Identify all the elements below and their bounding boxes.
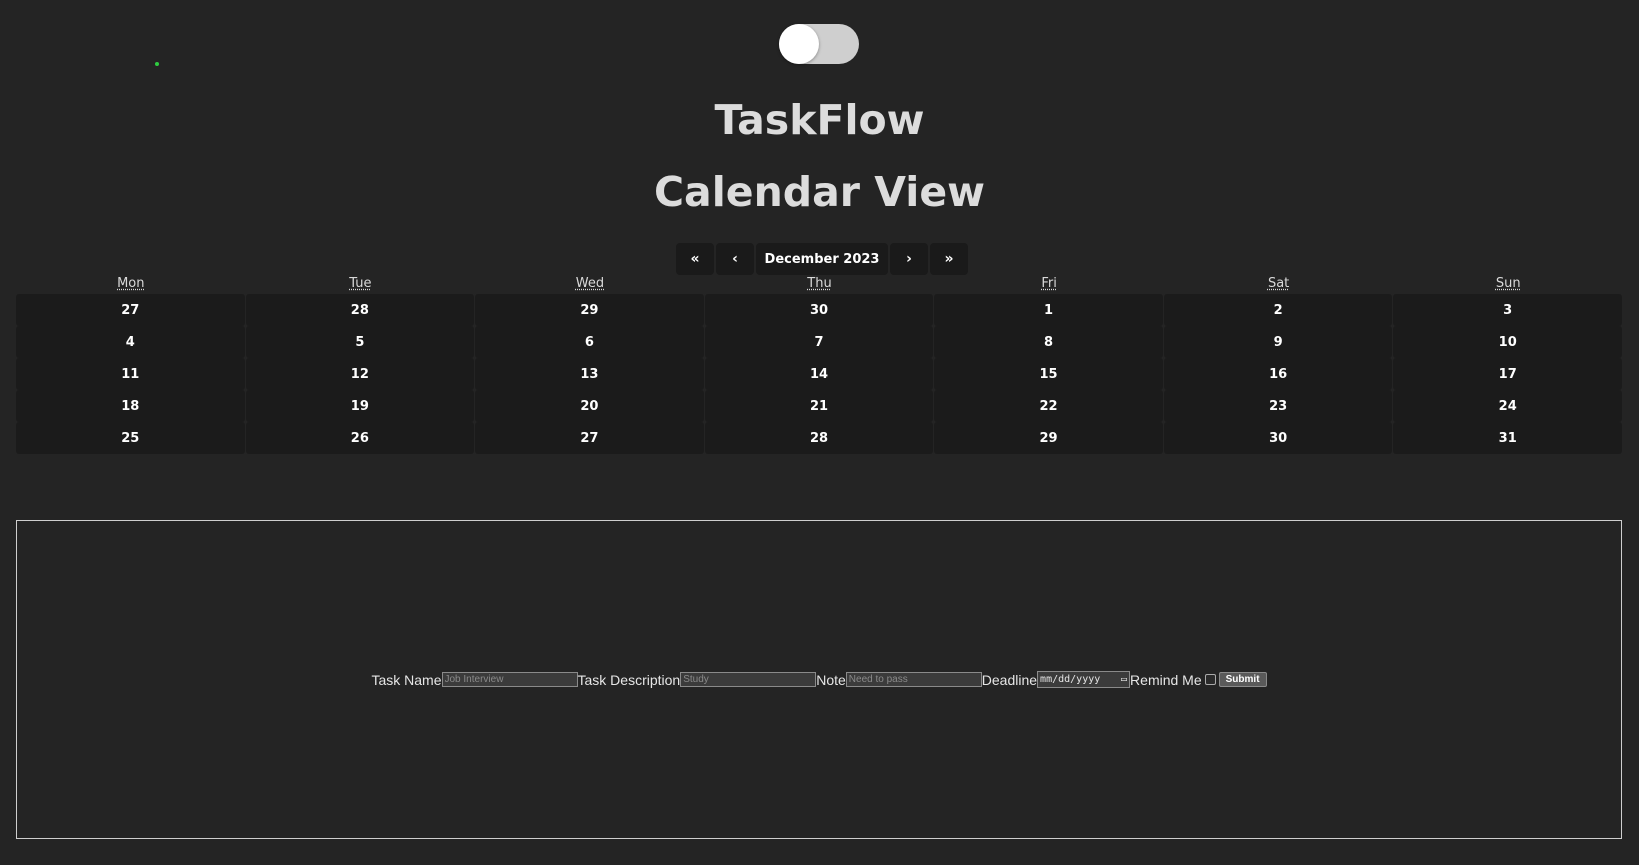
theme-toggle[interactable] [779, 24, 859, 64]
calendar-day-cell[interactable]: 20 [475, 390, 704, 422]
calendar-day-cell[interactable]: 13 [475, 358, 704, 390]
calendar-day-cell[interactable]: 6 [475, 326, 704, 358]
calendar-icon[interactable]: ▭ [1121, 674, 1127, 685]
calendar-grid: 27 28 29 30 1 2 3 4 5 6 7 8 9 10 11 12 13 14 15 16 17 18 19 20 2… [16, 294, 1623, 454]
page-title: Calendar View [653, 168, 986, 216]
status-dot [155, 62, 159, 66]
deadline-date-input[interactable]: mm/dd/yyyy ▭ [1037, 671, 1131, 688]
calendar-day-cell[interactable]: 31 [1393, 422, 1622, 454]
calendar-day-cell[interactable]: 3 [1393, 294, 1622, 326]
task-description-label: Task Description [577, 671, 681, 688]
calendar-day-cell[interactable]: 26 [245, 422, 475, 454]
current-month-label[interactable]: December 2023 [756, 243, 888, 275]
calendar-day-cell[interactable]: 24 [1393, 390, 1622, 422]
calendar-day-cell[interactable]: 16 [1163, 358, 1393, 390]
deadline-date-placeholder: mm/dd/yyyy [1040, 674, 1101, 685]
calendar-day-cell[interactable]: 18 [16, 390, 245, 422]
weekday-tue: Tue [246, 276, 476, 291]
weekday-label: Sun [1495, 276, 1521, 291]
calendar-day-cell[interactable]: 15 [934, 358, 1163, 390]
calendar-day-cell[interactable]: 17 [1393, 358, 1622, 390]
note-label: Note [816, 671, 846, 688]
task-form-container: Task Name Task Description Note Deadline… [16, 520, 1622, 839]
calendar-day-cell[interactable]: 22 [934, 390, 1163, 422]
weekday-label: Tue [349, 276, 372, 291]
calendar-day-cell[interactable]: 14 [704, 358, 934, 390]
weekday-label: Mon [117, 276, 145, 291]
calendar-day-cell[interactable]: 29 [934, 422, 1163, 454]
calendar-day-cell[interactable]: 9 [1163, 326, 1393, 358]
calendar-day-cell[interactable]: 25 [16, 422, 245, 454]
task-description-input[interactable] [680, 672, 817, 687]
weekday-label: Thu [807, 276, 832, 291]
deadline-label: Deadline [981, 671, 1038, 688]
prev-month-button[interactable]: ‹ [716, 243, 754, 275]
calendar-day-cell[interactable]: 7 [704, 326, 934, 358]
weekday-label: Sat [1267, 276, 1290, 291]
task-form: Task Name Task Description Note Deadline… [17, 671, 1621, 688]
calendar-day-cell[interactable]: 1 [934, 294, 1163, 326]
calendar-day-cell[interactable]: 4 [16, 326, 245, 358]
calendar-day-cell[interactable]: 8 [934, 326, 1163, 358]
next-month-button[interactable]: › [890, 243, 928, 275]
weekday-thu: Thu [705, 276, 935, 291]
task-name-input[interactable] [441, 672, 578, 687]
calendar-day-cell[interactable]: 5 [245, 326, 475, 358]
calendar-day-cell[interactable]: 30 [1163, 422, 1393, 454]
weekday-label: Wed [575, 276, 605, 291]
weekday-fri: Fri [934, 276, 1164, 291]
calendar-day-cell[interactable]: 19 [245, 390, 475, 422]
calendar-day-cell[interactable]: 2 [1163, 294, 1393, 326]
toggle-knob[interactable] [779, 24, 819, 64]
calendar-day-cell[interactable]: 27 [475, 422, 704, 454]
weekday-label: Fri [1041, 276, 1057, 291]
calendar-day-cell[interactable]: 23 [1163, 390, 1393, 422]
submit-button[interactable]: Submit [1218, 672, 1267, 687]
calendar-day-cell[interactable]: 11 [16, 358, 245, 390]
weekday-sat: Sat [1164, 276, 1394, 291]
calendar-navigation: « ‹ December 2023 › » [676, 243, 968, 275]
weekday-sun: Sun [1393, 276, 1623, 291]
task-name-label: Task Name [371, 671, 442, 688]
calendar-day-cell[interactable]: 30 [704, 294, 934, 326]
calendar-day-cell[interactable]: 29 [475, 294, 704, 326]
weekday-wed: Wed [475, 276, 705, 291]
calendar-day-cell[interactable]: 12 [245, 358, 475, 390]
remind-me-checkbox[interactable] [1204, 674, 1216, 685]
remind-me-label: Remind Me [1130, 671, 1202, 688]
calendar-day-cell[interactable]: 21 [704, 390, 934, 422]
note-input[interactable] [845, 672, 982, 687]
app-title: TaskFlow [714, 96, 925, 144]
weekday-header: Mon Tue Wed Thu Fri Sat Sun [16, 276, 1623, 291]
weekday-mon: Mon [16, 276, 246, 291]
next-year-button[interactable]: » [930, 243, 968, 275]
calendar-day-cell[interactable]: 28 [245, 294, 475, 326]
calendar-day-cell[interactable]: 28 [704, 422, 934, 454]
calendar-day-cell[interactable]: 27 [16, 294, 245, 326]
calendar-day-cell[interactable]: 10 [1393, 326, 1622, 358]
prev-year-button[interactable]: « [676, 243, 714, 275]
